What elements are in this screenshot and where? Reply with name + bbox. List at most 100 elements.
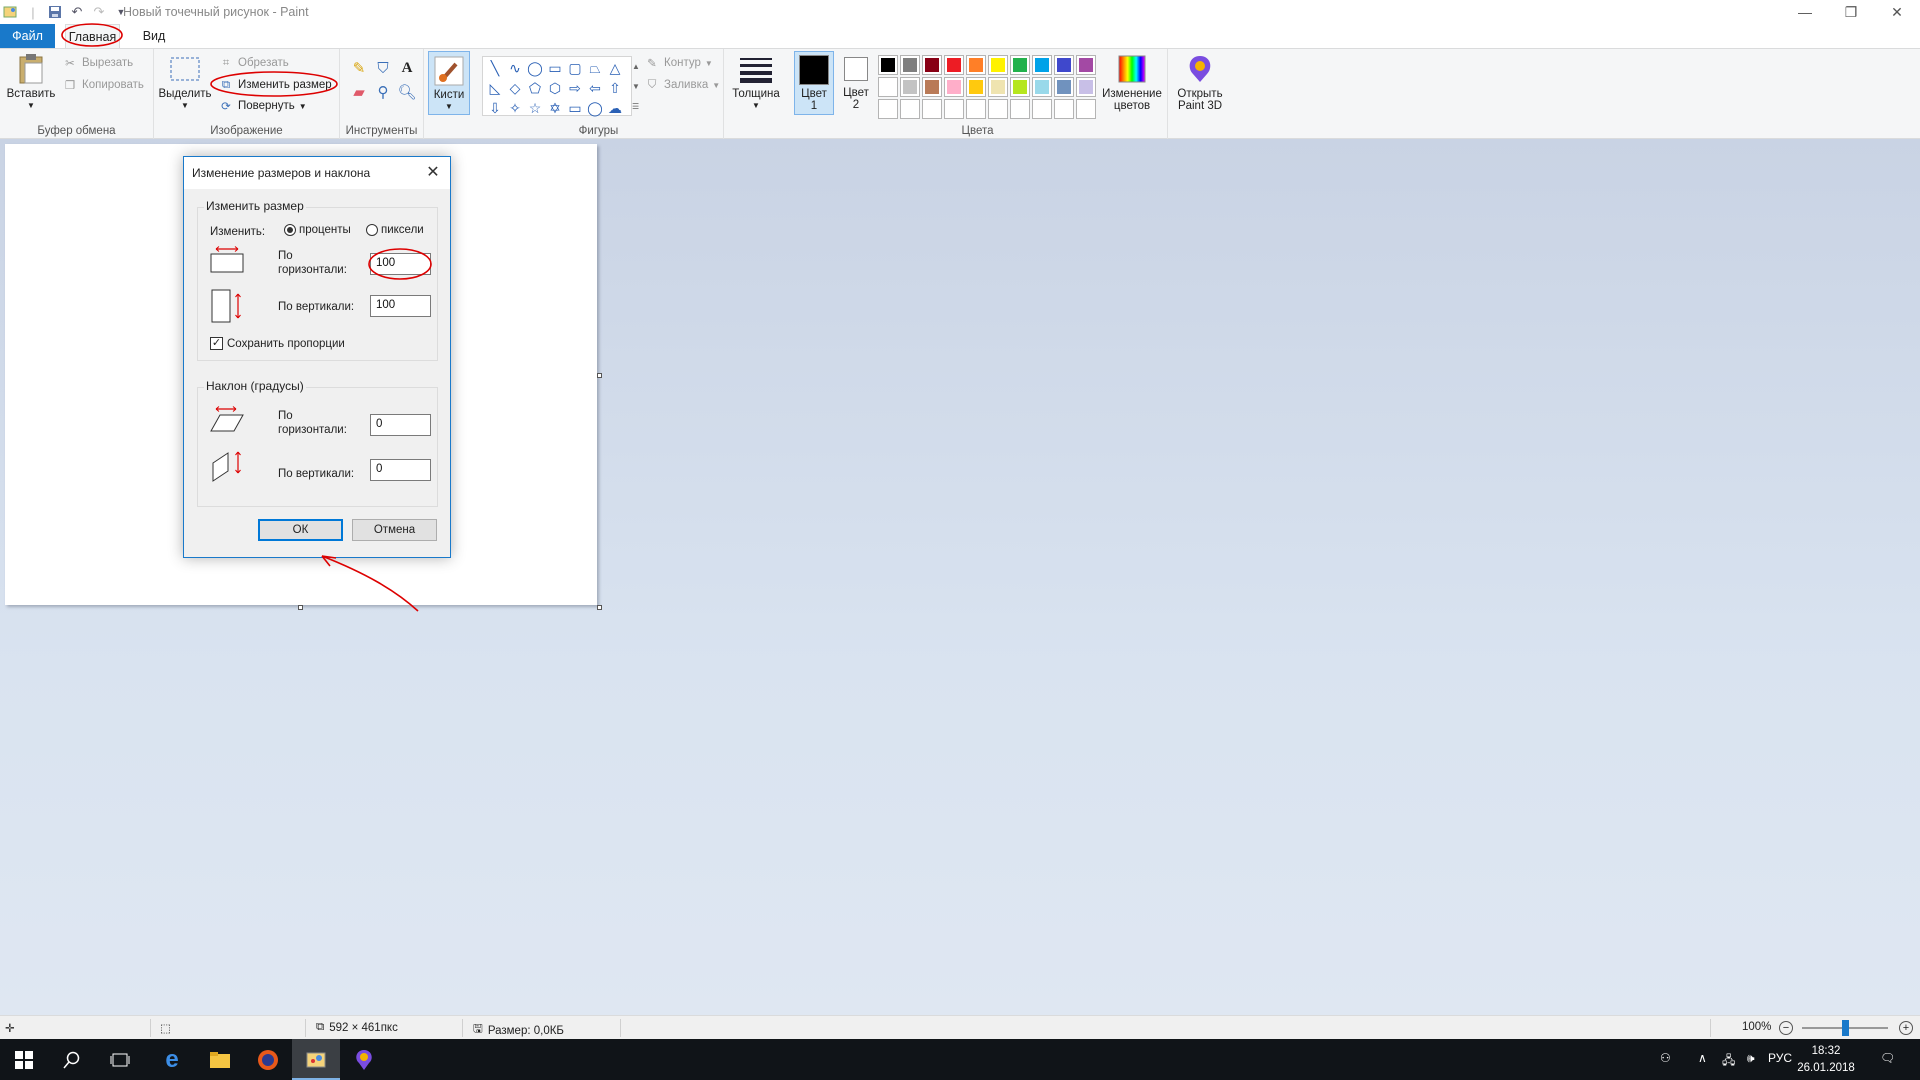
color-swatch[interactable] [922,55,942,75]
ok-button[interactable]: ОК [258,519,343,541]
shapes-scroll-icon[interactable]: ▲ ▼ ☰ [632,57,640,117]
resize-vertical-input[interactable]: 100 [370,295,431,317]
diamond-shape-icon[interactable]: ◇ [505,78,525,98]
color-swatch[interactable] [944,99,964,119]
color-swatch[interactable] [966,55,986,75]
rounded-rectangle-shape-icon[interactable]: ▢ [565,58,585,78]
color-swatch[interactable] [878,99,898,119]
color-swatch[interactable] [944,55,964,75]
color-swatch[interactable] [1076,99,1096,119]
pencil-icon[interactable]: ✎ [348,57,370,79]
select-button[interactable]: Выделить ▼ [158,53,212,112]
color-swatch[interactable] [1032,99,1052,119]
task-view-icon[interactable] [96,1039,144,1080]
color-swatch[interactable] [900,99,920,119]
color-swatch[interactable] [988,77,1008,97]
search-icon[interactable] [48,1039,96,1080]
percent-radio[interactable]: проценты [284,224,351,236]
paste-button[interactable]: Вставить ▼ [4,53,58,112]
resize-horizontal-input[interactable]: 100 [370,253,431,275]
down-arrow-shape-icon[interactable]: ⇩ [485,98,505,118]
undo-icon[interactable]: ↶ [68,3,86,21]
color-swatch[interactable] [922,99,942,119]
color1-button[interactable]: Цвет 1 [794,51,834,115]
color-swatch[interactable] [878,55,898,75]
left-arrow-shape-icon[interactable]: ⇦ [585,78,605,98]
size-button[interactable]: Толщина ▼ [728,53,784,112]
color-swatch[interactable] [878,77,898,97]
network-icon[interactable]: 🖧︎ [1722,1051,1735,1072]
resize-handle-corner[interactable] [597,605,602,610]
up-arrow-shape-icon[interactable]: ⇧ [605,78,625,98]
color-picker-icon[interactable]: ⚲ [372,81,394,103]
color-swatch[interactable] [988,55,1008,75]
keep-ratio-checkbox[interactable]: ✓ Сохранить пропорции [210,337,345,350]
four-point-star-icon[interactable]: ✧ [505,98,525,118]
paint-taskbar-icon[interactable] [292,1039,340,1080]
color-swatch[interactable] [1054,55,1074,75]
fill-button[interactable]: ⛉ Заливка ▼ [644,76,721,94]
tab-home[interactable]: Главная [65,24,120,48]
magnifier-icon[interactable]: 🔍︎ [396,81,418,103]
color-swatch[interactable] [900,77,920,97]
fill-bucket-icon[interactable]: ⛉ [372,57,394,79]
redo-icon[interactable]: ↷ [90,3,108,21]
color-swatch[interactable] [1076,55,1096,75]
callout-oval-icon[interactable]: ◯ [585,98,605,118]
copy-button[interactable]: ❐ Копировать [62,76,144,94]
resize-button[interactable]: ⧉ Изменить размер [218,76,332,94]
zoom-out-button[interactable]: − [1779,1021,1793,1035]
start-button[interactable] [0,1039,48,1080]
rotate-button[interactable]: ⟳ Повернуть ▼ [218,97,307,115]
callout-cloud-icon[interactable]: ☁ [605,98,625,118]
right-arrow-shape-icon[interactable]: ⇨ [565,78,585,98]
color-swatch[interactable] [1010,77,1030,97]
five-point-star-icon[interactable]: ☆ [525,98,545,118]
firefox-icon[interactable] [244,1039,292,1080]
save-icon[interactable] [46,3,64,21]
clock[interactable]: 18:32 26.01.2018 [1793,1043,1859,1077]
pixels-radio[interactable]: пиксели [366,224,424,236]
cancel-button[interactable]: Отмена [352,519,437,541]
color-swatch[interactable] [1010,55,1030,75]
tab-view[interactable]: Вид [134,24,174,48]
color-swatch[interactable] [1032,55,1052,75]
color-swatch[interactable] [966,99,986,119]
color-swatch[interactable] [922,77,942,97]
tab-file[interactable]: Файл [0,24,55,48]
line-shape-icon[interactable]: ╲ [485,58,505,78]
color-swatch[interactable] [1054,77,1074,97]
callout-rect-icon[interactable]: ▭ [565,98,585,118]
file-explorer-icon[interactable] [196,1039,244,1080]
polygon-shape-icon[interactable]: ⏢ [585,58,605,78]
cut-button[interactable]: ✂ Вырезать [62,54,133,72]
edit-colors-button[interactable]: Изменение цветов [1100,53,1164,112]
color-swatch[interactable] [1032,77,1052,97]
eraser-icon[interactable]: ▰ [348,81,370,103]
zoom-in-button[interactable]: + [1899,1021,1913,1035]
language-indicator[interactable]: РУС [1768,1051,1792,1065]
show-hidden-icons[interactable]: ∧ [1698,1051,1707,1065]
skew-vertical-input[interactable]: 0 [370,459,431,481]
skew-horizontal-input[interactable]: 0 [370,414,431,436]
close-window-button[interactable]: ✕ [1874,0,1920,24]
color-swatch[interactable] [966,77,986,97]
volume-icon[interactable]: 🕪︎ [1747,1051,1755,1066]
paint3d-taskbar-icon[interactable] [340,1039,388,1080]
restore-button[interactable]: ❐ [1828,0,1874,24]
color-swatch[interactable] [988,99,1008,119]
dialog-close-button[interactable]: ✕ [416,157,450,187]
hexagon-shape-icon[interactable]: ⬡ [545,78,565,98]
color-swatch[interactable] [1010,99,1030,119]
crop-button[interactable]: ⌗ Обрезать [218,54,289,72]
color2-button[interactable]: Цвет 2 [836,54,876,111]
triangle-shape-icon[interactable]: △ [605,58,625,78]
brushes-button[interactable]: Кисти ▼ [428,51,470,115]
resize-handle-right[interactable] [597,373,602,378]
right-triangle-shape-icon[interactable]: ◺ [485,78,505,98]
rectangle-shape-icon[interactable]: ▭ [545,58,565,78]
outline-button[interactable]: ✎ Контур ▼ [644,54,713,72]
people-icon[interactable]: ⚇ [1660,1051,1671,1065]
pentagon-shape-icon[interactable]: ⬠ [525,78,545,98]
color-swatch[interactable] [944,77,964,97]
